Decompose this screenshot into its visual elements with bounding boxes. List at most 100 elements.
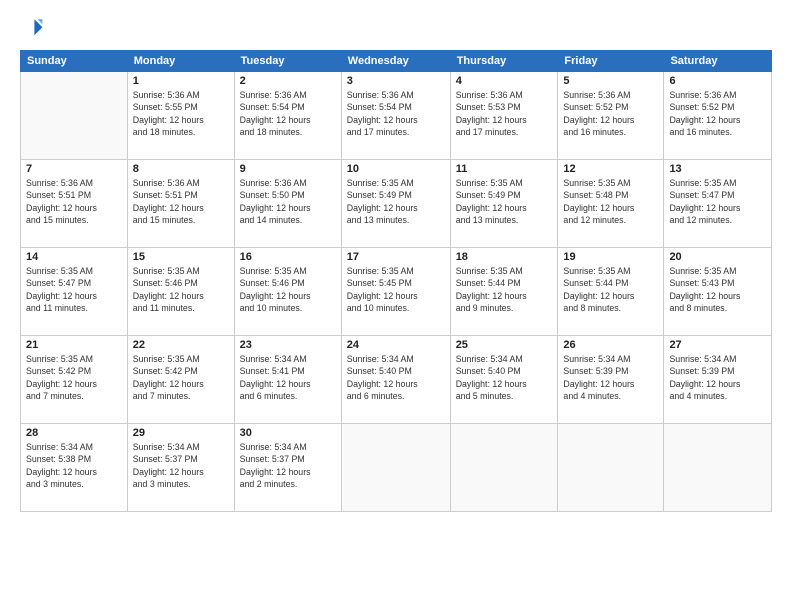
day-number: 4 (456, 75, 553, 87)
calendar-cell (21, 72, 128, 160)
day-info: Sunrise: 5:36 AM Sunset: 5:55 PM Dayligh… (133, 89, 229, 138)
day-number: 2 (240, 75, 336, 87)
calendar-cell: 17 Sunrise: 5:35 AM Sunset: 5:45 PM Dayli… (341, 248, 450, 336)
day-number: 16 (240, 251, 336, 263)
calendar-day-header: Friday (558, 51, 664, 72)
calendar-cell: 18 Sunrise: 5:35 AM Sunset: 5:44 PM Dayli… (450, 248, 558, 336)
calendar-cell (558, 424, 664, 512)
calendar-header-row: SundayMondayTuesdayWednesdayThursdayFrid… (21, 51, 772, 72)
day-info: Sunrise: 5:35 AM Sunset: 5:49 PM Dayligh… (347, 177, 445, 226)
calendar-week-row: 1Sunrise: 5:36 AM Sunset: 5:55 PM Daylig… (21, 72, 772, 160)
day-number: 25 (456, 339, 553, 351)
day-info: Sunrise: 5:35 AM Sunset: 5:47 PM Dayligh… (669, 177, 766, 226)
calendar-cell: 24 Sunrise: 5:34 AM Sunset: 5:40 PM Dayli… (341, 336, 450, 424)
calendar-cell: 11 Sunrise: 5:35 AM Sunset: 5:49 PM Dayli… (450, 160, 558, 248)
day-info: Sunrise: 5:36 AM Sunset: 5:51 PM Dayligh… (133, 177, 229, 226)
day-number: 10 (347, 163, 445, 175)
day-number: 13 (669, 163, 766, 175)
day-info: Sunrise: 5:35 AM Sunset: 5:44 PM Dayligh… (563, 265, 658, 314)
calendar-week-row: 7 Sunrise: 5:36 AM Sunset: 5:51 PM Daylig… (21, 160, 772, 248)
calendar-day-header: Tuesday (234, 51, 341, 72)
calendar-cell: 13 Sunrise: 5:35 AM Sunset: 5:47 PM Dayli… (664, 160, 772, 248)
day-number: 7 (26, 163, 122, 175)
calendar-day-header: Thursday (450, 51, 558, 72)
day-info: Sunrise: 5:34 AM Sunset: 5:41 PM Dayligh… (240, 353, 336, 402)
day-info: Sunrise: 5:35 AM Sunset: 5:47 PM Dayligh… (26, 265, 122, 314)
day-info: Sunrise: 5:36 AM Sunset: 5:54 PM Dayligh… (347, 89, 445, 138)
calendar-cell: 10 Sunrise: 5:35 AM Sunset: 5:49 PM Dayli… (341, 160, 450, 248)
day-number: 28 (26, 427, 122, 439)
day-number: 29 (133, 427, 229, 439)
calendar-week-row: 14 Sunrise: 5:35 AM Sunset: 5:47 PM Dayli… (21, 248, 772, 336)
day-info: Sunrise: 5:36 AM Sunset: 5:52 PM Dayligh… (669, 89, 766, 138)
calendar-cell (450, 424, 558, 512)
day-info: Sunrise: 5:36 AM Sunset: 5:54 PM Dayligh… (240, 89, 336, 138)
day-info: Sunrise: 5:35 AM Sunset: 5:42 PM Dayligh… (26, 353, 122, 402)
calendar-cell: 9 Sunrise: 5:36 AM Sunset: 5:50 PM Daylig… (234, 160, 341, 248)
day-info: Sunrise: 5:34 AM Sunset: 5:40 PM Dayligh… (347, 353, 445, 402)
calendar-week-row: 21 Sunrise: 5:35 AM Sunset: 5:42 PM Dayli… (21, 336, 772, 424)
calendar-day-header: Saturday (664, 51, 772, 72)
day-info: Sunrise: 5:36 AM Sunset: 5:52 PM Dayligh… (563, 89, 658, 138)
day-number: 9 (240, 163, 336, 175)
day-number: 15 (133, 251, 229, 263)
calendar-cell: 8 Sunrise: 5:36 AM Sunset: 5:51 PM Daylig… (127, 160, 234, 248)
day-info: Sunrise: 5:35 AM Sunset: 5:48 PM Dayligh… (563, 177, 658, 226)
calendar-cell: 15 Sunrise: 5:35 AM Sunset: 5:46 PM Dayli… (127, 248, 234, 336)
day-info: Sunrise: 5:35 AM Sunset: 5:46 PM Dayligh… (133, 265, 229, 314)
day-info: Sunrise: 5:35 AM Sunset: 5:45 PM Dayligh… (347, 265, 445, 314)
logo-icon (20, 16, 44, 40)
day-info: Sunrise: 5:35 AM Sunset: 5:49 PM Dayligh… (456, 177, 553, 226)
calendar-week-row: 28 Sunrise: 5:34 AM Sunset: 5:38 PM Dayli… (21, 424, 772, 512)
calendar-cell: 22Sunrise: 5:35 AM Sunset: 5:42 PM Dayli… (127, 336, 234, 424)
calendar-cell: 30 Sunrise: 5:34 AM Sunset: 5:37 PM Dayli… (234, 424, 341, 512)
day-number: 18 (456, 251, 553, 263)
header (20, 16, 772, 40)
day-number: 30 (240, 427, 336, 439)
day-number: 6 (669, 75, 766, 87)
calendar-cell: 1Sunrise: 5:36 AM Sunset: 5:55 PM Daylig… (127, 72, 234, 160)
calendar-cell: 25Sunrise: 5:34 AM Sunset: 5:40 PM Dayli… (450, 336, 558, 424)
calendar-cell: 29 Sunrise: 5:34 AM Sunset: 5:37 PM Dayli… (127, 424, 234, 512)
calendar-cell (664, 424, 772, 512)
day-info: Sunrise: 5:36 AM Sunset: 5:51 PM Dayligh… (26, 177, 122, 226)
day-info: Sunrise: 5:35 AM Sunset: 5:46 PM Dayligh… (240, 265, 336, 314)
calendar-cell: 14 Sunrise: 5:35 AM Sunset: 5:47 PM Dayli… (21, 248, 128, 336)
calendar-cell: 4 Sunrise: 5:36 AM Sunset: 5:53 PM Daylig… (450, 72, 558, 160)
day-number: 11 (456, 163, 553, 175)
day-number: 12 (563, 163, 658, 175)
day-number: 3 (347, 75, 445, 87)
logo (20, 16, 48, 40)
day-number: 17 (347, 251, 445, 263)
calendar-day-header: Sunday (21, 51, 128, 72)
day-info: Sunrise: 5:34 AM Sunset: 5:39 PM Dayligh… (669, 353, 766, 402)
day-number: 21 (26, 339, 122, 351)
calendar-cell: 26 Sunrise: 5:34 AM Sunset: 5:39 PM Dayli… (558, 336, 664, 424)
calendar-cell: 20Sunrise: 5:35 AM Sunset: 5:43 PM Dayli… (664, 248, 772, 336)
calendar-cell: 6 Sunrise: 5:36 AM Sunset: 5:52 PM Daylig… (664, 72, 772, 160)
day-info: Sunrise: 5:35 AM Sunset: 5:44 PM Dayligh… (456, 265, 553, 314)
day-info: Sunrise: 5:36 AM Sunset: 5:50 PM Dayligh… (240, 177, 336, 226)
day-info: Sunrise: 5:34 AM Sunset: 5:38 PM Dayligh… (26, 441, 122, 490)
calendar-table: SundayMondayTuesdayWednesdayThursdayFrid… (20, 50, 772, 512)
day-number: 27 (669, 339, 766, 351)
calendar-cell (341, 424, 450, 512)
day-number: 22 (133, 339, 229, 351)
calendar-cell: 28 Sunrise: 5:34 AM Sunset: 5:38 PM Dayli… (21, 424, 128, 512)
calendar-cell: 12 Sunrise: 5:35 AM Sunset: 5:48 PM Dayli… (558, 160, 664, 248)
day-number: 23 (240, 339, 336, 351)
day-number: 26 (563, 339, 658, 351)
day-info: Sunrise: 5:34 AM Sunset: 5:37 PM Dayligh… (240, 441, 336, 490)
day-number: 14 (26, 251, 122, 263)
calendar-cell: 3 Sunrise: 5:36 AM Sunset: 5:54 PM Daylig… (341, 72, 450, 160)
calendar-cell: 27 Sunrise: 5:34 AM Sunset: 5:39 PM Dayli… (664, 336, 772, 424)
day-number: 8 (133, 163, 229, 175)
calendar-cell: 23 Sunrise: 5:34 AM Sunset: 5:41 PM Dayli… (234, 336, 341, 424)
day-info: Sunrise: 5:34 AM Sunset: 5:37 PM Dayligh… (133, 441, 229, 490)
day-info: Sunrise: 5:36 AM Sunset: 5:53 PM Dayligh… (456, 89, 553, 138)
calendar-cell: 7 Sunrise: 5:36 AM Sunset: 5:51 PM Daylig… (21, 160, 128, 248)
day-info: Sunrise: 5:34 AM Sunset: 5:39 PM Dayligh… (563, 353, 658, 402)
day-number: 24 (347, 339, 445, 351)
calendar-day-header: Wednesday (341, 51, 450, 72)
calendar-cell: 21 Sunrise: 5:35 AM Sunset: 5:42 PM Dayli… (21, 336, 128, 424)
